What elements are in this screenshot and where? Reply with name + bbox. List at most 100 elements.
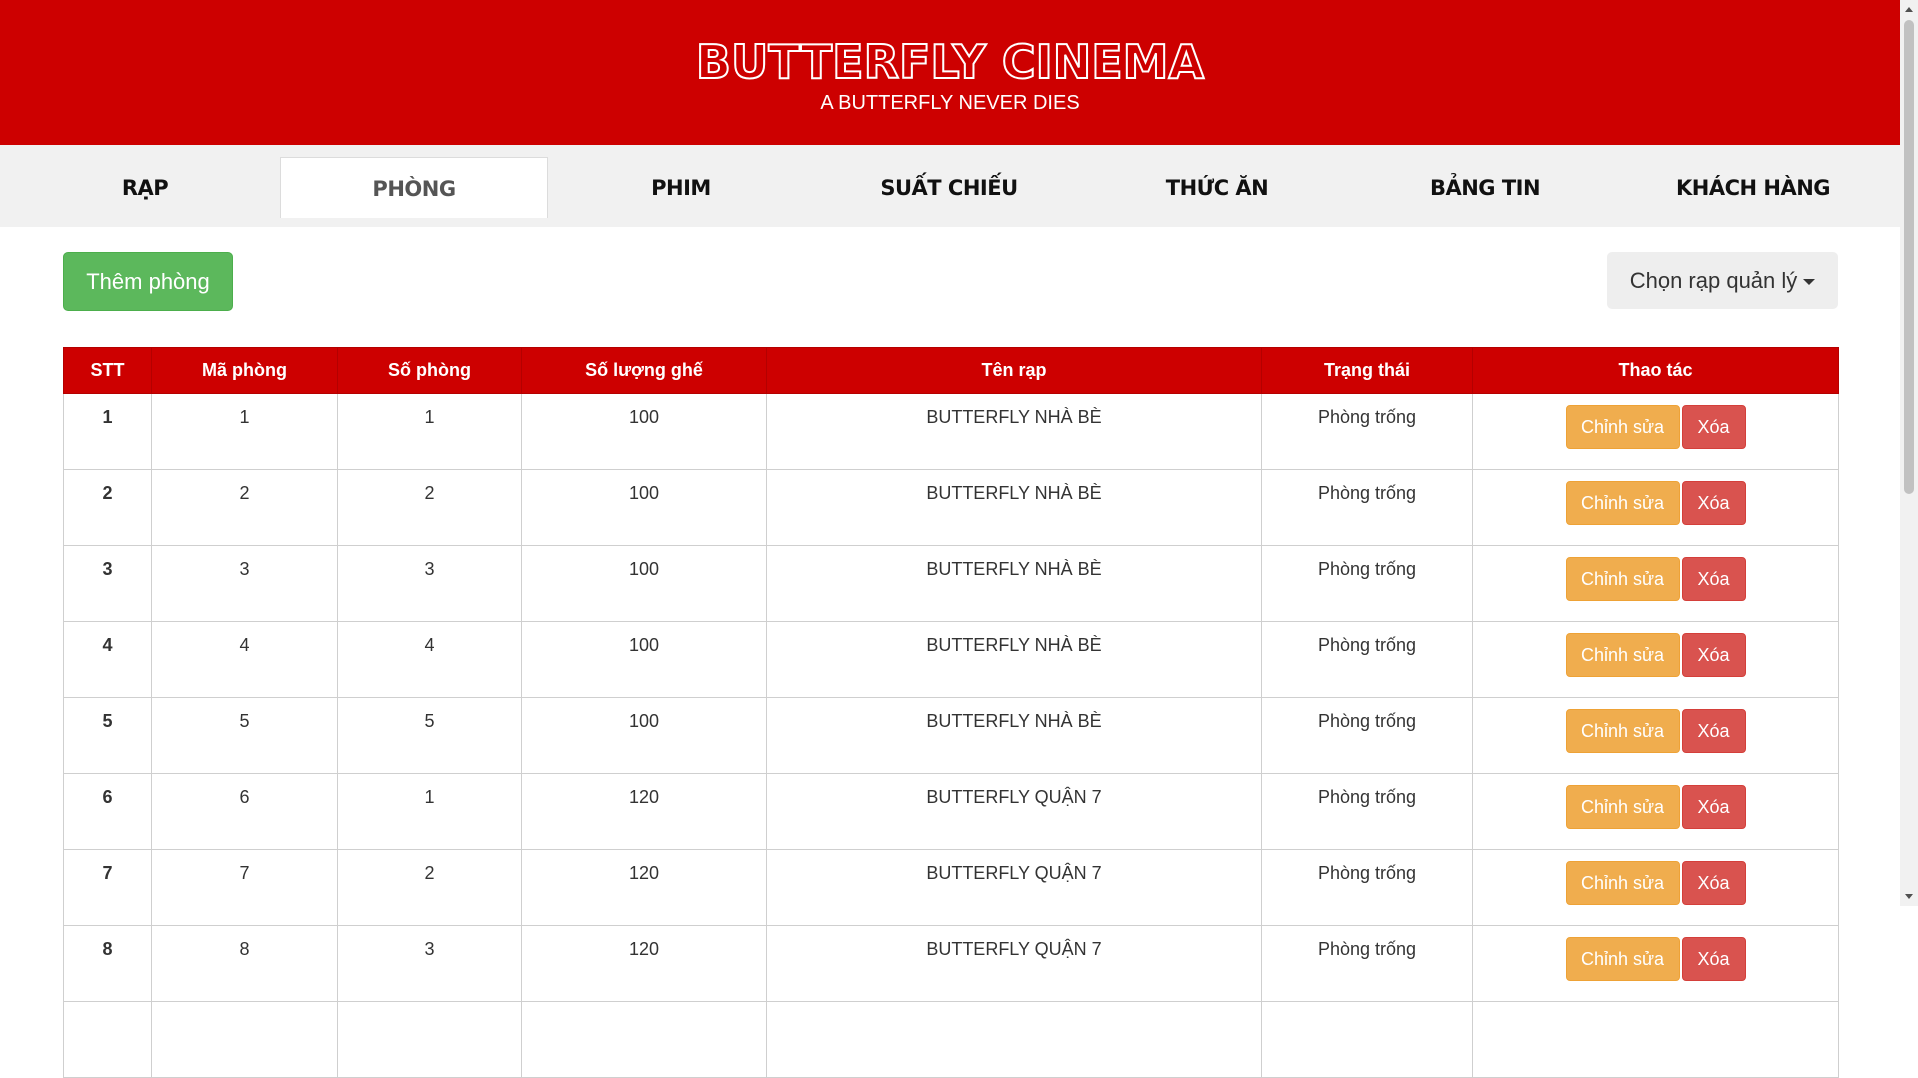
edit-button[interactable]: Chỉnh sửa xyxy=(1565,633,1680,677)
edit-button[interactable]: Chỉnh sửa xyxy=(1565,405,1680,449)
nav-item-rap[interactable]: RẠP xyxy=(12,157,278,217)
table-body: 1 1 1 100 BUTTERFLY NHÀ BÈ Phòng trống Chỉnh s… xyxy=(63,393,1839,1078)
cell-ten-rap: BUTTERFLY NHÀ BÈ xyxy=(766,697,1262,774)
cell-so-luong-ghe: 120 xyxy=(521,849,767,926)
cell-actions: Chỉnh sửa Xóa xyxy=(1472,621,1839,698)
add-room-button[interactable]: Thêm phòng xyxy=(63,252,233,311)
col-header-so-phong: Số phòng xyxy=(337,347,522,394)
nav-item-phong[interactable]: PHÒNG xyxy=(280,157,548,218)
cell-stt: 8 xyxy=(63,925,152,1002)
cell-actions: Chỉnh sửa Xóa xyxy=(1472,545,1839,622)
scroll-down-arrow-icon[interactable] xyxy=(1905,894,1913,899)
table-row: 4 4 4 100 BUTTERFLY NHÀ BÈ Phòng trống Chỉnh s… xyxy=(63,621,1839,698)
cell-so-luong-ghe xyxy=(521,1001,767,1078)
col-header-ten-rap: Tên rạp xyxy=(766,347,1262,394)
nav-item-suat-chieu[interactable]: SUẤT CHIẾU xyxy=(816,157,1082,217)
brand-tagline: A BUTTERFLY NEVER DIES xyxy=(820,92,1080,114)
delete-button[interactable]: Xóa xyxy=(1681,557,1746,601)
nav-item-khach-hang[interactable]: KHÁCH HÀNG xyxy=(1620,157,1886,217)
col-header-thao-tac: Thao tác xyxy=(1472,347,1839,394)
cell-ma-phong: 3 xyxy=(151,545,338,622)
nav-item-phim[interactable]: PHIM xyxy=(548,157,814,217)
cell-ma-phong xyxy=(151,1001,338,1078)
delete-button[interactable]: Xóa xyxy=(1681,937,1746,981)
cell-ma-phong: 5 xyxy=(151,697,338,774)
cell-ma-phong: 2 xyxy=(151,469,338,546)
cell-so-luong-ghe: 100 xyxy=(521,621,767,698)
table-row: 2 2 2 100 BUTTERFLY NHÀ BÈ Phòng trống Chỉnh s… xyxy=(63,469,1839,546)
cell-so-phong: 2 xyxy=(337,849,522,926)
cell-so-phong xyxy=(337,1001,522,1078)
cell-actions: Chỉnh sửa Xóa xyxy=(1472,393,1839,470)
cell-ten-rap: BUTTERFLY NHÀ BÈ xyxy=(766,545,1262,622)
cell-ten-rap: BUTTERFLY QUẬN 7 xyxy=(766,925,1262,1002)
cell-actions xyxy=(1472,1001,1839,1078)
brand-logo[interactable]: BUTTERFLY CINEMA xyxy=(0,35,1900,89)
delete-button[interactable]: Xóa xyxy=(1681,785,1746,829)
col-header-ma-phong: Mã phòng xyxy=(151,347,338,394)
cell-ten-rap xyxy=(766,1001,1262,1078)
delete-button[interactable]: Xóa xyxy=(1681,405,1746,449)
cell-so-luong-ghe: 100 xyxy=(521,393,767,470)
caret-down-icon xyxy=(1803,279,1816,286)
rooms-table: STT Mã phòng Số phòng Số lượng ghế Tên r… xyxy=(63,347,1839,1078)
edit-button[interactable]: Chỉnh sửa xyxy=(1565,785,1680,829)
vertical-scrollbar[interactable] xyxy=(1900,0,1918,906)
table-row: 7 7 2 120 BUTTERFLY QUẬN 7 Phòng trống Chỉnh s… xyxy=(63,849,1839,926)
cell-so-phong: 4 xyxy=(337,621,522,698)
cell-so-phong: 1 xyxy=(337,393,522,470)
cell-ten-rap: BUTTERFLY NHÀ BÈ xyxy=(766,393,1262,470)
cell-ma-phong: 1 xyxy=(151,393,338,470)
cell-ten-rap: BUTTERFLY NHÀ BÈ xyxy=(766,469,1262,546)
cell-stt: 4 xyxy=(63,621,152,698)
nav-item-bang-tin[interactable]: BẢNG TIN xyxy=(1352,157,1618,217)
delete-button[interactable]: Xóa xyxy=(1681,481,1746,525)
cell-so-phong: 2 xyxy=(337,469,522,546)
cell-trang-thai: Phòng trống xyxy=(1261,545,1473,622)
site-header: BUTTERFLY CINEMA A BUTTERFLY NEVER DIES xyxy=(0,0,1900,145)
cell-stt: 7 xyxy=(63,849,152,926)
cell-trang-thai: Phòng trống xyxy=(1261,773,1473,850)
cell-actions: Chỉnh sửa Xóa xyxy=(1472,925,1839,1002)
cell-ma-phong: 6 xyxy=(151,773,338,850)
delete-button[interactable]: Xóa xyxy=(1681,709,1746,753)
cell-trang-thai xyxy=(1261,1001,1473,1078)
cell-ma-phong: 8 xyxy=(151,925,338,1002)
cell-so-phong: 5 xyxy=(337,697,522,774)
nav-item-thuc-an[interactable]: THỨC ĂN xyxy=(1084,157,1350,217)
cinema-select-dropdown[interactable]: Chọn rạp quản lý xyxy=(1607,252,1838,309)
cell-trang-thai: Phòng trống xyxy=(1261,925,1473,1002)
main-nav: RẠP PHÒNG PHIM SUẤT CHIẾU THỨC ĂN BẢNG T… xyxy=(0,145,1900,227)
cell-so-phong: 3 xyxy=(337,545,522,622)
cell-ten-rap: BUTTERFLY QUẬN 7 xyxy=(766,849,1262,926)
cell-so-luong-ghe: 100 xyxy=(521,697,767,774)
table-row: 5 5 5 100 BUTTERFLY NHÀ BÈ Phòng trống Chỉnh s… xyxy=(63,697,1839,774)
cell-so-phong: 1 xyxy=(337,773,522,850)
cell-ma-phong: 4 xyxy=(151,621,338,698)
table-row: 1 1 1 100 BUTTERFLY NHÀ BÈ Phòng trống Chỉnh s… xyxy=(63,393,1839,470)
cell-actions: Chỉnh sửa Xóa xyxy=(1472,697,1839,774)
scroll-up-arrow-icon[interactable] xyxy=(1905,7,1913,12)
scrollbar-thumb[interactable] xyxy=(1904,20,1914,494)
cell-so-luong-ghe: 100 xyxy=(521,469,767,546)
table-row: 6 6 1 120 BUTTERFLY QUẬN 7 Phòng trống Chỉnh s… xyxy=(63,773,1839,850)
edit-button[interactable]: Chỉnh sửa xyxy=(1565,937,1680,981)
edit-button[interactable]: Chỉnh sửa xyxy=(1565,861,1680,905)
edit-button[interactable]: Chỉnh sửa xyxy=(1565,557,1680,601)
table-header-row: STT Mã phòng Số phòng Số lượng ghế Tên r… xyxy=(63,347,1839,394)
edit-button[interactable]: Chỉnh sửa xyxy=(1565,709,1680,753)
col-header-stt: STT xyxy=(63,347,152,394)
col-header-so-luong-ghe: Số lượng ghế xyxy=(521,347,767,394)
cinema-select-label: Chọn rạp quản lý xyxy=(1629,268,1798,293)
delete-button[interactable]: Xóa xyxy=(1681,861,1746,905)
cell-trang-thai: Phòng trống xyxy=(1261,469,1473,546)
cell-so-luong-ghe: 120 xyxy=(521,773,767,850)
cell-stt: 6 xyxy=(63,773,152,850)
cell-trang-thai: Phòng trống xyxy=(1261,393,1473,470)
cell-ten-rap: BUTTERFLY QUẬN 7 xyxy=(766,773,1262,850)
col-header-trang-thai: Trạng thái xyxy=(1261,347,1473,394)
table-row: 8 8 3 120 BUTTERFLY QUẬN 7 Phòng trống Chỉnh s… xyxy=(63,925,1839,1002)
delete-button[interactable]: Xóa xyxy=(1681,633,1746,677)
cell-actions: Chỉnh sửa Xóa xyxy=(1472,469,1839,546)
edit-button[interactable]: Chỉnh sửa xyxy=(1565,481,1680,525)
